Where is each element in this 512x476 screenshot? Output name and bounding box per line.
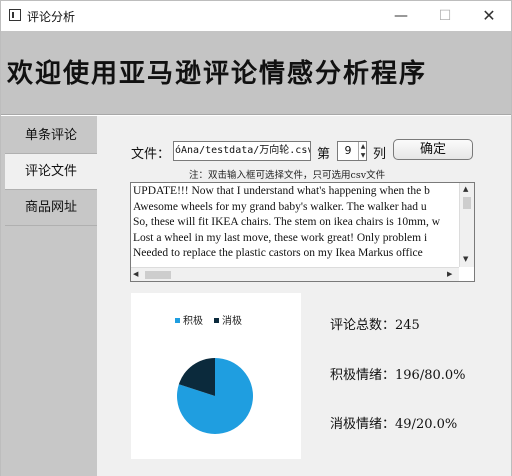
confirm-button[interactable]: 确定 bbox=[393, 139, 473, 160]
close-button[interactable]: ✕ bbox=[467, 1, 511, 31]
maximize-button[interactable]: ☐ bbox=[423, 1, 467, 31]
tab-single-review[interactable]: 单条评论 bbox=[5, 118, 97, 154]
positive-label: 积极情绪： bbox=[330, 368, 396, 383]
horizontal-scrollbar[interactable]: ◀ ▶ bbox=[131, 267, 459, 281]
positive-value: 196/80.0% bbox=[395, 368, 466, 383]
app-window: 评论分析 — ☐ ✕ 欢迎使用亚马逊评论情感分析程序 单条评论 评论文件 商品网… bbox=[0, 0, 512, 476]
window-title: 评论分析 bbox=[27, 10, 76, 24]
legend-swatch bbox=[214, 318, 219, 323]
negative-label: 消极情绪： bbox=[330, 417, 396, 432]
file-label: 文件： bbox=[131, 147, 171, 162]
list-item: So, these will fit IKEA chairs. The stem… bbox=[133, 216, 441, 228]
pie-slices bbox=[177, 358, 253, 434]
positive-stat: 积极情绪：196/80.0% bbox=[330, 364, 466, 383]
chart-legend: 积极 消极 bbox=[175, 314, 242, 327]
sentiment-pie-chart: 积极 消极 bbox=[175, 314, 253, 434]
vertical-scrollbar[interactable]: ▲ ▼ bbox=[459, 183, 474, 267]
list-item: UPDATE!!! Now that I understand what's h… bbox=[133, 185, 430, 197]
app-icon bbox=[9, 9, 21, 21]
column-spinbox[interactable]: 9 ▲ ▼ bbox=[337, 141, 367, 161]
title-bar: 评论分析 — ☐ ✕ bbox=[1, 1, 511, 31]
list-item: Lost a wheel in my last move, these work… bbox=[133, 231, 428, 244]
sidebar: 单条评论 评论文件 商品网址 bbox=[1, 116, 97, 476]
review-list[interactable]: UPDATE!!! Now that I understand what's h… bbox=[130, 182, 475, 282]
header-banner: 欢迎使用亚马逊评论情感分析程序 bbox=[1, 31, 511, 115]
legend-swatch bbox=[175, 318, 180, 323]
scroll-left-icon[interactable]: ◀ bbox=[133, 270, 138, 278]
minimize-button[interactable]: — bbox=[379, 1, 423, 31]
scroll-thumb[interactable] bbox=[463, 197, 471, 209]
total-label: 评论总数： bbox=[330, 318, 396, 333]
review-lines: UPDATE!!! Now that I understand what's h… bbox=[133, 184, 459, 262]
scroll-thumb-horizontal[interactable] bbox=[145, 271, 171, 279]
scroll-up-icon[interactable]: ▲ bbox=[463, 185, 468, 193]
scroll-down-icon[interactable]: ▼ bbox=[463, 255, 468, 263]
sentiment-chart-panel: 积极 消极 bbox=[131, 293, 301, 459]
total-count: 评论总数：245 bbox=[330, 314, 420, 333]
negative-value: 49/20.0% bbox=[395, 417, 458, 432]
list-item: Awesome wheels for my grand baby's walke… bbox=[133, 200, 427, 213]
scroll-right-icon[interactable]: ▶ bbox=[447, 270, 452, 278]
file-hint: 注：双击输入框可选择文件，只可选用csv文件 bbox=[189, 170, 386, 181]
tab-review-file[interactable]: 评论文件 bbox=[5, 154, 97, 190]
total-value: 245 bbox=[395, 318, 420, 333]
column-prefix-label: 第 bbox=[317, 147, 331, 162]
spin-up-icon[interactable]: ▲ bbox=[358, 142, 367, 151]
spin-down-icon[interactable]: ▼ bbox=[358, 151, 367, 160]
legend-label: 消极 bbox=[222, 314, 242, 327]
negative-stat: 消极情绪：49/20.0% bbox=[330, 413, 457, 432]
list-item: Needed to replace the plastic castors on… bbox=[133, 247, 423, 259]
column-suffix-label: 列 bbox=[373, 147, 387, 162]
file-path-input[interactable]: óAna/testdata/万向轮.csv bbox=[173, 141, 311, 161]
column-value[interactable]: 9 bbox=[338, 142, 358, 160]
main-panel: 文件： óAna/testdata/万向轮.csv 第 9 ▲ ▼ 列 确定 注… bbox=[97, 116, 511, 476]
tab-product-url[interactable]: 商品网址 bbox=[5, 190, 97, 226]
page-title: 欢迎使用亚马逊评论情感分析程序 bbox=[7, 59, 428, 89]
legend-label: 积极 bbox=[183, 314, 203, 327]
